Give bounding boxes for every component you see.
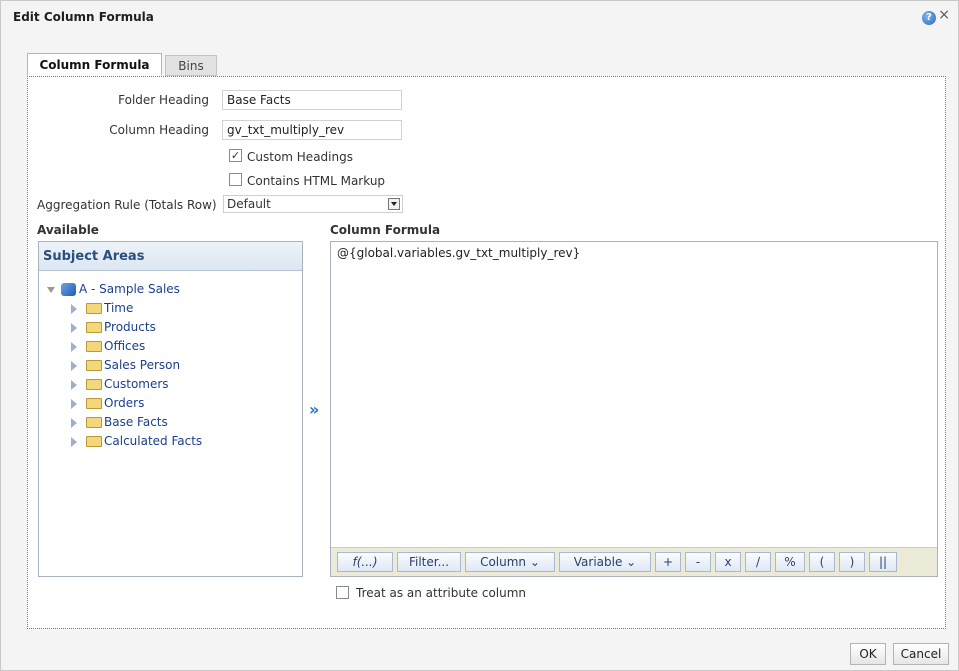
tree-item-label: Time — [104, 301, 134, 315]
multiply-button[interactable]: x — [715, 552, 741, 572]
expand-arrow-icon[interactable] — [71, 398, 77, 409]
folder-icon — [86, 379, 102, 390]
tab-bins[interactable]: Bins — [165, 55, 217, 76]
tree-item-label: Sales Person — [104, 358, 181, 372]
aggregation-rule-label: Aggregation Rule (Totals Row) — [37, 198, 217, 212]
divide-button[interactable]: / — [745, 552, 771, 572]
column-button-label: Column — [480, 555, 527, 569]
expand-arrow-icon[interactable] — [71, 322, 77, 333]
function-button[interactable]: f(...) — [337, 552, 393, 572]
expand-arrow-icon[interactable] — [71, 436, 77, 447]
formula-text[interactable]: @{global.variables.gv_txt_multiply_rev} — [337, 246, 580, 260]
chevron-down-icon: ⌄ — [529, 555, 540, 569]
close-icon[interactable]: × — [938, 8, 950, 22]
formula-toolbar: f(...) Filter... Column ⌄ Variable ⌄ + -… — [331, 547, 937, 576]
column-formula-panel: Folder Heading Base Facts Column Heading… — [27, 76, 946, 629]
cancel-button[interactable]: Cancel — [893, 643, 949, 665]
column-heading-label: Column Heading — [109, 123, 209, 137]
treat-as-attribute-label: Treat as an attribute column — [356, 586, 527, 600]
tab-column-formula[interactable]: Column Formula — [27, 53, 162, 76]
tree-item-customers[interactable]: Customers — [71, 375, 169, 394]
dropdown-arrow-icon[interactable] — [388, 198, 400, 210]
expand-arrow-icon[interactable] — [71, 417, 77, 428]
folder-icon — [86, 322, 102, 333]
tree-root-sample-sales[interactable]: A - Sample Sales — [47, 280, 180, 298]
expand-arrow-icon[interactable] — [71, 303, 77, 314]
folder-heading-input[interactable]: Base Facts — [222, 90, 402, 110]
tree-item-orders[interactable]: Orders — [71, 394, 144, 413]
tree-item-time[interactable]: Time — [71, 299, 133, 318]
variable-button-label: Variable — [573, 555, 623, 569]
tree-root-label: A - Sample Sales — [79, 282, 180, 296]
available-label: Available — [37, 223, 99, 237]
treat-as-attribute-checkbox[interactable] — [336, 586, 349, 599]
plus-button[interactable]: + — [655, 552, 681, 572]
contains-html-checkbox[interactable] — [229, 173, 242, 186]
tree-item-calculated-facts[interactable]: Calculated Facts — [71, 432, 202, 451]
tree-item-base-facts[interactable]: Base Facts — [71, 413, 168, 432]
subject-areas-header: Subject Areas — [39, 242, 302, 271]
tree-item-products[interactable]: Products — [71, 318, 156, 337]
filter-button[interactable]: Filter... — [397, 552, 461, 572]
subject-areas-panel: Subject Areas A - Sample Sales Time Prod… — [38, 241, 303, 577]
variable-button[interactable]: Variable ⌄ — [559, 552, 651, 572]
ok-button[interactable]: OK — [850, 643, 886, 665]
folder-heading-label: Folder Heading — [118, 93, 209, 107]
tree-item-label: Base Facts — [104, 415, 168, 429]
tree-item-offices[interactable]: Offices — [71, 337, 145, 356]
column-formula-label: Column Formula — [330, 223, 441, 237]
column-formula-editor[interactable]: @{global.variables.gv_txt_multiply_rev} … — [330, 241, 938, 577]
tree-item-label: Products — [104, 320, 156, 334]
tree-item-label: Offices — [104, 339, 146, 353]
aggregation-rule-value: Default — [227, 197, 271, 211]
collapse-arrow-icon[interactable] — [47, 286, 55, 293]
left-paren-button[interactable]: ( — [809, 552, 835, 572]
minus-button[interactable]: - — [685, 552, 711, 572]
expand-arrow-icon[interactable] — [71, 360, 77, 371]
expand-arrow-icon[interactable] — [71, 341, 77, 352]
folder-icon — [86, 341, 102, 352]
folder-icon — [86, 436, 102, 447]
subject-area-cube-icon — [61, 283, 76, 296]
dialog-title: Edit Column Formula — [13, 10, 154, 24]
tree-item-sales-person[interactable]: Sales Person — [71, 356, 180, 375]
contains-html-label: Contains HTML Markup — [247, 174, 386, 188]
aggregation-rule-select[interactable]: Default — [223, 195, 403, 213]
edit-column-formula-dialog: Edit Column Formula ? × Column Formula B… — [0, 0, 959, 671]
percent-button[interactable]: % — [775, 552, 805, 572]
folder-icon — [86, 398, 102, 409]
expand-arrow-icon[interactable] — [71, 379, 77, 390]
right-paren-button[interactable]: ) — [839, 552, 865, 572]
column-button[interactable]: Column ⌄ — [465, 552, 555, 572]
custom-headings-label: Custom Headings — [247, 150, 353, 164]
custom-headings-checkbox[interactable]: ✓ — [229, 149, 242, 162]
tree-item-label: Orders — [104, 396, 145, 410]
chevron-down-icon: ⌄ — [626, 555, 637, 569]
folder-icon — [86, 303, 102, 314]
concat-button[interactable]: || — [869, 552, 897, 572]
column-heading-input[interactable]: gv_txt_multiply_rev — [222, 120, 402, 140]
folder-icon — [86, 417, 102, 428]
folder-icon — [86, 360, 102, 371]
add-to-formula-arrow-icon[interactable]: » — [309, 400, 319, 419]
tree-item-label: Calculated Facts — [104, 434, 203, 448]
tree-item-label: Customers — [104, 377, 169, 391]
help-icon[interactable]: ? — [922, 11, 936, 25]
